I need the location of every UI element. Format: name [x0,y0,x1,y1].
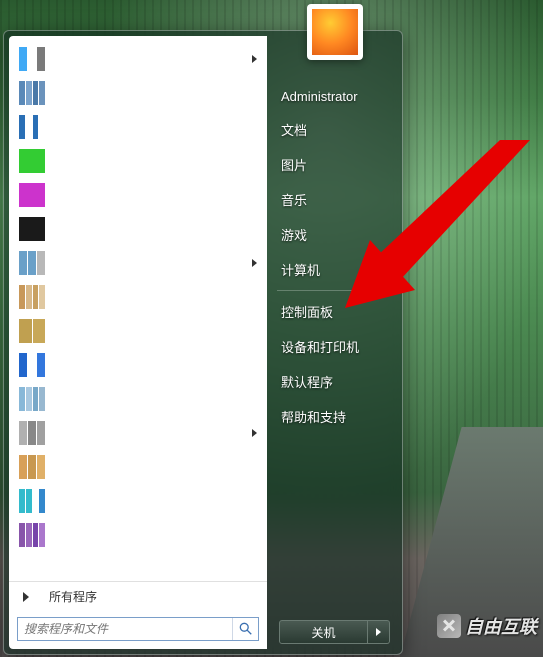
program-icon [19,489,45,513]
search-box [17,617,259,641]
program-icon [19,183,45,207]
submenu-arrow-icon [252,55,257,63]
pinned-programs-list [9,36,267,581]
search-container [9,611,267,649]
all-programs-button[interactable]: 所有程序 [9,581,267,611]
program-item[interactable] [13,246,265,280]
program-icon [19,47,45,71]
program-item[interactable] [13,42,265,76]
program-item[interactable] [13,212,265,246]
pictures-link[interactable]: 图片 [267,147,402,182]
program-item[interactable] [13,110,265,144]
all-programs-label: 所有程序 [49,588,97,605]
program-icon [19,285,45,309]
program-item[interactable] [13,144,265,178]
search-icon [239,622,253,636]
computer-link[interactable]: 计算机 [267,252,402,287]
shutdown-options-button[interactable] [368,620,390,644]
program-icon [19,523,45,547]
games-link[interactable]: 游戏 [267,217,402,252]
program-item[interactable] [13,314,265,348]
default-programs-link[interactable]: 默认程序 [267,364,402,399]
program-icon [19,353,45,377]
shutdown-row: 关机 [279,620,390,644]
program-icon [19,217,45,241]
user-picture-frame[interactable] [307,4,363,60]
program-item[interactable] [13,76,265,110]
arrow-right-icon [23,592,29,602]
start-menu-left-panel: 所有程序 [9,36,267,649]
start-menu-right-panel: Administrator 文档 图片 音乐 游戏 计算机 控制面板 设备和打印… [267,31,402,654]
program-icon [19,251,45,275]
user-picture-icon [312,9,358,55]
submenu-arrow-icon [252,429,257,437]
program-item[interactable] [13,280,265,314]
devices-printers-link[interactable]: 设备和打印机 [267,329,402,364]
program-item[interactable] [13,450,265,484]
program-item[interactable] [13,518,265,552]
program-item[interactable] [13,416,265,450]
program-icon [19,149,45,173]
program-item[interactable] [13,178,265,212]
menu-divider [277,290,392,291]
help-support-link[interactable]: 帮助和支持 [267,399,402,434]
program-icon [19,421,45,445]
program-icon [19,81,45,105]
submenu-arrow-icon [252,259,257,267]
music-link[interactable]: 音乐 [267,182,402,217]
control-panel-link[interactable]: 控制面板 [267,294,402,329]
program-item[interactable] [13,382,265,416]
user-account-link[interactable]: Administrator [267,81,402,112]
documents-link[interactable]: 文档 [267,112,402,147]
program-icon [19,115,45,139]
program-icon [19,319,45,343]
search-button[interactable] [232,618,258,640]
program-icon [19,387,45,411]
watermark-text: 自由互联 [465,613,537,639]
watermark-logo-icon [437,614,461,638]
program-item[interactable] [13,348,265,382]
search-input[interactable] [18,622,232,636]
shutdown-button[interactable]: 关机 [279,620,368,644]
watermark: 自由互联 [437,613,537,639]
program-icon [19,455,45,479]
program-item[interactable] [13,484,265,518]
start-menu: 所有程序 Administrator 文档 图片 音乐 游戏 计算机 控制面板 … [3,30,403,655]
